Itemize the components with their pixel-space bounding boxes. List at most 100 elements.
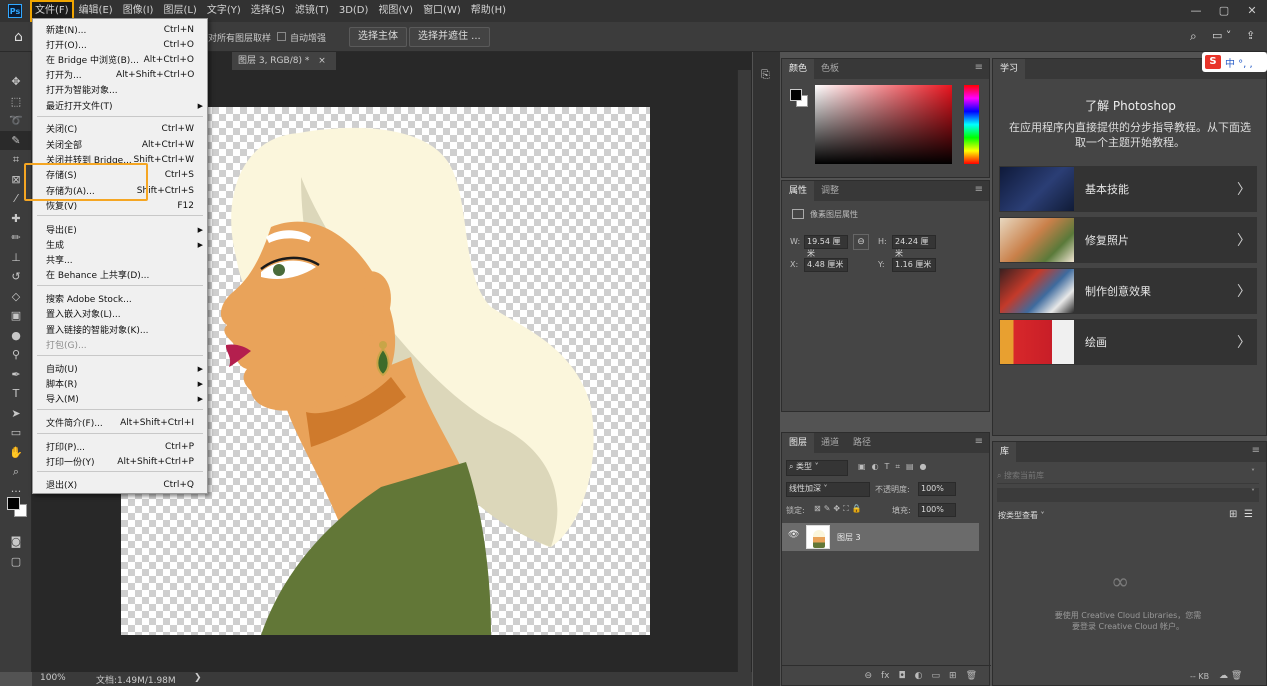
menu-item-new[interactable]: 新建(N)... Ctrl+N [46,22,206,37]
blur-tool-icon[interactable]: ● [0,326,32,346]
menu-item-print[interactable]: 打印(P)... Ctrl+P [46,439,206,454]
pixel-filter-icon[interactable]: ▣ [858,462,872,471]
menu-item-generate[interactable]: 生成 ▶ [46,237,206,252]
hand-tool-icon[interactable]: ✋ [0,443,32,463]
workspace-icon[interactable]: ▭ ˅ [1212,29,1231,42]
color-foreground-swatch[interactable] [790,89,802,101]
hue-slider[interactable] [964,85,979,164]
rectangle-tool-icon[interactable]: ▭ [0,423,32,443]
menu-item-exit[interactable]: 退出(X) Ctrl+Q [46,477,206,492]
add-mask-icon[interactable]: ◘ [899,671,906,681]
screen-mode-icon[interactable]: ▢ [0,552,32,572]
menu-type[interactable]: 文字(Y) [202,0,246,22]
close-button[interactable]: ✕ [1245,4,1259,18]
learn-card-basic-skills[interactable]: 基本技能 〉 [999,166,1257,212]
menu-help[interactable]: 帮助(H) [466,0,511,22]
color-swatches[interactable] [4,492,28,518]
menu-item-automate[interactable]: 自动(U) ▶ [46,361,206,376]
adjustment-filter-icon[interactable]: ◐ [872,462,885,471]
foreground-color-swatch[interactable] [7,497,20,510]
lock-position-icon[interactable]: ✥ [833,504,843,513]
menu-item-open-recent[interactable]: 最近打开文件(T) ▶ [46,98,206,113]
pen-tool-icon[interactable]: ✒ [0,365,32,385]
delete-layer-icon[interactable]: 🗑 [966,671,977,681]
lock-artboard-icon[interactable]: ⛶ [843,504,852,513]
smart-object-filter-icon[interactable]: ▤ [906,462,920,471]
menu-item-close[interactable]: 关闭(C) Ctrl+W [46,121,206,136]
menu-item-open[interactable]: 打开(O)... Ctrl+O [46,37,206,52]
tab-paths[interactable]: 路径 [846,433,878,453]
healing-brush-tool-icon[interactable]: ✚ [0,209,32,229]
vertical-scrollbar[interactable] [737,70,751,672]
library-select[interactable]: ˅ [997,488,1259,502]
fill-field[interactable]: 100% [918,503,956,517]
move-tool-icon[interactable]: ✥ [0,72,32,92]
tab-properties[interactable]: 属性 [782,181,815,201]
adjustment-layer-icon[interactable]: ◐ [915,671,923,681]
panel-menu-icon[interactable]: ≡ [1252,445,1260,456]
library-search[interactable]: ⌕ 搜索当前库 ˅ [997,468,1259,484]
learn-card-creative-effects[interactable]: 制作创意效果 〉 [999,268,1257,314]
history-brush-tool-icon[interactable]: ↺ [0,267,32,287]
menu-select[interactable]: 选择(S) [246,0,290,22]
gradient-tool-icon[interactable]: ▣ [0,306,32,326]
menu-item-print-one-copy[interactable]: 打印一份(Y) Alt+Shift+Ctrl+P [46,454,206,469]
document-tab[interactable]: 图层 3, RGB/8) * × [232,52,336,70]
layer-filter-select[interactable]: ⌕ 类型 ˅ [786,460,848,476]
layer-filter-icons[interactable]: ▣◐T⌗▤● [858,462,933,472]
link-layers-icon[interactable]: ⊖ [864,671,872,681]
tab-layers[interactable]: 图层 [782,433,815,453]
tab-learn[interactable]: 学习 [993,59,1026,79]
quick-selection-tool-icon[interactable]: ✎ [0,130,32,150]
panel-menu-icon[interactable]: ≡ [975,436,983,447]
menu-item-export[interactable]: 导出(E) ▶ [46,222,206,237]
grid-view-icon[interactable]: ⊞ [1229,509,1237,520]
list-view-icon[interactable]: ☰ [1244,509,1253,520]
color-spectrum-field[interactable] [815,85,952,164]
link-icon[interactable]: ⊖ [853,234,869,250]
menu-item-place-embedded[interactable]: 置入嵌入对象(L)... [46,306,206,321]
x-field[interactable]: 4.48 厘米 [804,258,848,272]
quick-mask-icon[interactable]: ◙ [0,532,32,552]
eraser-tool-icon[interactable]: ◇ [0,287,32,307]
learn-card-painting[interactable]: 绘画 〉 [999,319,1257,365]
marquee-tool-icon[interactable]: ⬚ [0,92,32,112]
clone-stamp-tool-icon[interactable]: ⊥ [0,248,32,268]
home-icon[interactable]: ⌂ [14,29,23,45]
menu-item-open-as-smart-object[interactable]: 打开为智能对象... [46,82,206,97]
lasso-tool-icon[interactable]: ➰ [0,111,32,131]
library-search-input[interactable]: 搜索当前库 [1004,471,1044,480]
tab-channels[interactable]: 通道 [814,433,846,453]
width-field[interactable]: 19.54 厘米 [804,235,848,258]
tab-swatches[interactable]: 色板 [814,59,846,79]
new-group-icon[interactable]: ▭ [932,671,941,681]
lock-all-icon[interactable]: 🔒 [852,504,865,513]
learn-card-fix-photos[interactable]: 修复照片 〉 [999,217,1257,263]
zoom-tool-icon[interactable]: ⌕ [0,462,32,482]
menu-3d[interactable]: 3D(D) [334,0,374,22]
menu-item-package[interactable]: 打包(G)... [46,337,206,352]
lock-icons[interactable]: ⊠✎✥⛶🔒 [814,504,865,514]
search-icon[interactable]: ⌕ [1190,29,1197,44]
shape-filter-icon[interactable]: ⌗ [895,462,906,471]
tab-color[interactable]: 颜色 [782,59,815,79]
close-tab-icon[interactable]: × [318,56,326,66]
menu-item-browse-in-bridge[interactable]: 在 Bridge 中浏览(B)... Alt+Ctrl+O [46,52,206,67]
y-field[interactable]: 1.16 厘米 [892,258,936,272]
auto-enhance-checkbox[interactable] [277,32,286,41]
new-layer-icon[interactable]: ⊞ [949,671,957,681]
menu-item-share-on-behance[interactable]: 在 Behance 上共享(D)... [46,267,206,282]
brush-tool-icon[interactable]: ✏ [0,228,32,248]
maximize-button[interactable]: ▢ [1217,4,1231,18]
blend-mode-select[interactable]: 线性加深 ˅ [786,482,870,497]
menu-window[interactable]: 窗口(W) [418,0,466,22]
ime-indicator[interactable]: S 中 °, , [1202,52,1267,72]
menu-item-share[interactable]: 共享... [46,252,206,267]
lock-transparency-icon[interactable]: ⊠ [814,504,824,513]
type-tool-icon[interactable]: T [0,384,32,404]
menu-item-search-adobe-stock[interactable]: 搜索 Adobe Stock... [46,291,206,306]
menu-item-open-as[interactable]: 打开为... Alt+Shift+Ctrl+O [46,67,206,82]
menu-filter[interactable]: 滤镜(T) [290,0,334,22]
layer-row[interactable]: 👁 图层 3 [782,523,979,551]
layer-name[interactable]: 图层 3 [837,532,861,543]
